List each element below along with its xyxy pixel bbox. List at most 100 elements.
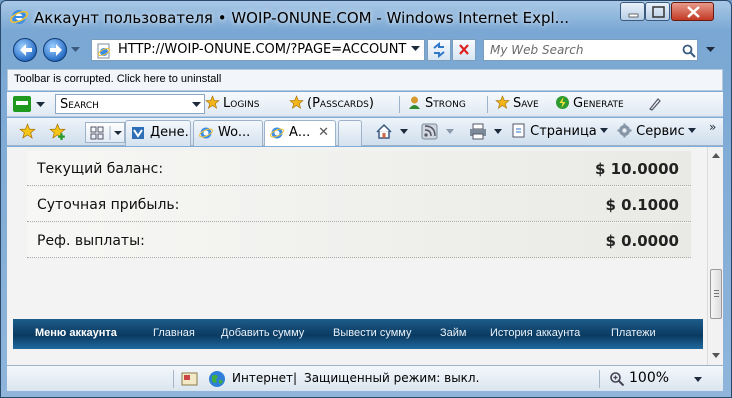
chevron-down-icon[interactable]	[494, 129, 502, 134]
chevron-down-icon[interactable]	[192, 102, 201, 108]
balance-label: Текущий баланс:	[37, 161, 164, 177]
menu-payments[interactable]: Платежи	[611, 327, 656, 339]
menu-history[interactable]: История аккаунта	[490, 327, 580, 339]
tab-2[interactable]: Wo...	[193, 120, 263, 146]
chevron-down-icon[interactable]	[36, 102, 45, 108]
vertical-scrollbar[interactable]	[707, 147, 723, 365]
toolbar-separator	[399, 96, 400, 113]
toolbar-separator	[487, 96, 488, 113]
favorites-star-icon[interactable]	[19, 123, 36, 140]
new-tab-button[interactable]	[338, 120, 362, 146]
strong-label: Strong	[425, 96, 466, 111]
address-field[interactable]: HTTP://WOIP-ONUNE.COM/?PAGE=ACCOUNT	[91, 39, 425, 61]
url-text: HTTP://WOIP-ONUNE.COM/?PAGE=ACCOUNT	[118, 42, 407, 57]
balance-row: Текущий баланс: $ 10.0000	[27, 151, 691, 186]
logins-label: Logins	[223, 96, 260, 111]
page-content: Текущий баланс: $ 10.0000 Суточная прибы…	[7, 147, 723, 365]
grid-icon	[90, 126, 122, 140]
corrupted-toolbar-notice[interactable]: Toolbar is corrupted. Click here to unin…	[7, 69, 723, 91]
arrow-left-icon	[20, 44, 32, 56]
quick-tabs-button[interactable]	[85, 122, 125, 143]
forward-button[interactable]	[43, 38, 67, 62]
web-page: Текущий баланс: $ 10.0000 Суточная прибы…	[7, 147, 707, 365]
passcards-label: (Passcards)	[307, 96, 374, 111]
refresh-button[interactable]	[427, 39, 451, 61]
lightning-icon	[556, 96, 569, 109]
back-button[interactable]	[13, 38, 37, 62]
blocked-content-icon[interactable]	[181, 371, 198, 387]
refresh-icon	[433, 41, 445, 59]
scroll-thumb[interactable]	[710, 269, 722, 319]
notice-text: Toolbar is corrupted. Click here to unin…	[14, 73, 222, 85]
logins-button[interactable]: Logins	[205, 95, 259, 114]
roboform-search-input[interactable]: Search	[55, 94, 205, 114]
star-icon	[289, 95, 304, 109]
more-commands-icon[interactable]: »	[709, 120, 716, 134]
window-title: Аккаунт пользователя • WOIP-ONUNE.COM - …	[34, 9, 569, 27]
internet-explorer-icon	[270, 127, 284, 139]
browser-window: Аккаунт пользователя • WOIP-ONUNE.COM - …	[0, 0, 732, 398]
gear-icon	[617, 123, 632, 138]
pen-icon[interactable]	[647, 96, 663, 112]
close-window-button[interactable]	[671, 2, 714, 21]
passcards-button[interactable]: (Passcards)	[289, 95, 374, 114]
chevron-down-icon[interactable]	[411, 46, 420, 52]
daily-profit-label: Суточная прибыль:	[37, 197, 180, 213]
scroll-up-icon[interactable]	[712, 153, 720, 158]
chevron-down-icon[interactable]	[694, 377, 702, 382]
add-favorite-icon[interactable]	[49, 123, 66, 140]
generate-label: Generate	[573, 96, 624, 111]
chevron-down-icon	[599, 128, 608, 133]
roboform-toolbar: Search Logins (Passcards) Strong Save Ge…	[7, 92, 723, 117]
generate-button[interactable]: Generate	[555, 95, 624, 114]
zoom-level[interactable]: 100%	[629, 370, 669, 386]
strong-password-button[interactable]: Strong	[407, 95, 466, 114]
history-dropdown-icon[interactable]	[71, 47, 80, 53]
account-summary-panel: Текущий баланс: $ 10.0000 Суточная прибы…	[27, 147, 691, 259]
page-menu-button[interactable]: Страница	[511, 123, 608, 139]
web-search-input[interactable]: My Web Search	[483, 39, 698, 61]
account-menu-bar: Меню аккаунта Главная Добавить сумму Выв…	[13, 319, 703, 349]
daily-profit-value: $ 0.1000	[605, 196, 679, 214]
chevron-down-icon[interactable]	[446, 129, 454, 134]
roboform-search-value: Search	[60, 97, 99, 112]
zoom-icon	[610, 372, 625, 387]
search-icon[interactable]	[682, 44, 696, 58]
balance-value: $ 10.0000	[595, 160, 679, 178]
roboform-logo-icon[interactable]	[13, 96, 31, 112]
globe-icon	[209, 371, 225, 387]
page-icon	[97, 43, 111, 59]
save-button[interactable]: Save	[495, 95, 539, 114]
print-icon[interactable]	[469, 123, 487, 140]
referral-payouts-value: $ 0.0000	[605, 232, 679, 250]
arrow-right-icon	[50, 44, 62, 56]
search-placeholder: My Web Search	[490, 43, 584, 57]
close-tab-icon[interactable]: ✕	[318, 125, 329, 140]
tab-1[interactable]: Дене...	[125, 120, 191, 146]
status-bar: Интернет | Защищенный режим: выкл. 100%	[7, 365, 723, 391]
tools-menu-button[interactable]: Сервис	[617, 123, 696, 139]
menu-loan[interactable]: Займ	[440, 327, 466, 339]
maximize-button[interactable]	[645, 2, 670, 21]
tab-label: Дене...	[150, 125, 190, 140]
menu-withdraw[interactable]: Вывести сумму	[333, 327, 411, 339]
stop-button[interactable]	[452, 39, 476, 61]
search-options-icon[interactable]	[706, 47, 715, 53]
title-bar: Аккаунт пользователя • WOIP-ONUNE.COM - …	[1, 1, 731, 33]
chevron-down-icon[interactable]	[400, 129, 408, 134]
status-separator	[173, 370, 174, 388]
minimize-button[interactable]	[620, 2, 645, 21]
home-icon[interactable]	[375, 123, 393, 140]
daily-profit-row: Суточная прибыль: $ 0.1000	[27, 187, 691, 222]
menu-deposit[interactable]: Добавить сумму	[221, 327, 304, 339]
page-icon	[512, 123, 525, 138]
tab-3-active[interactable]: А... ✕	[264, 120, 336, 146]
internet-explorer-icon	[10, 10, 28, 24]
menu-account[interactable]: Меню аккаунта	[35, 327, 117, 339]
zone-label: Интернет	[232, 371, 294, 385]
feeds-icon[interactable]	[421, 123, 438, 140]
protected-mode-label[interactable]: Защищенный режим: выкл.	[304, 371, 479, 385]
scroll-down-icon[interactable]	[712, 353, 720, 358]
status-divider: |	[293, 371, 298, 385]
menu-home[interactable]: Главная	[153, 327, 195, 339]
